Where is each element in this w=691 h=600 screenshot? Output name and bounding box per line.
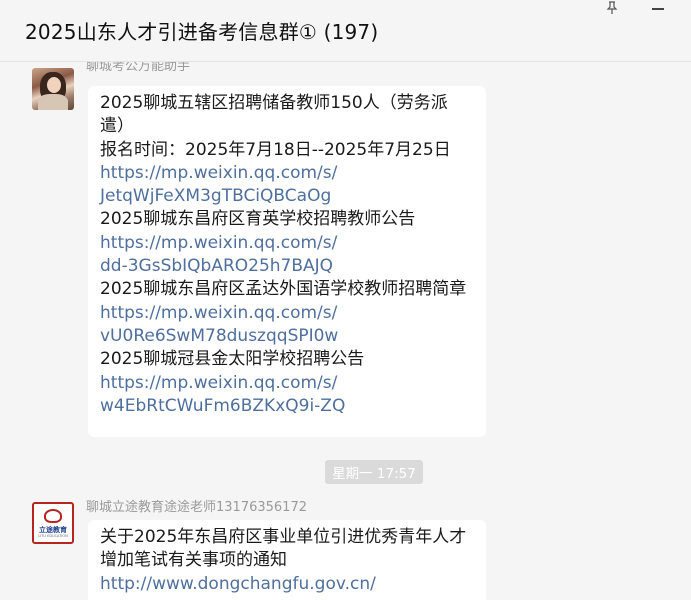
message-link[interactable]: https://mp.weixin.qq.com/s/: [100, 162, 474, 185]
message-link[interactable]: vU0Re6SwM78duszqqSPI0w: [100, 325, 474, 348]
minimize-icon: [652, 8, 664, 10]
logo-icon: [44, 509, 62, 523]
pin-icon-glyph: [606, 1, 618, 14]
message-text: 2025聊城东昌府区孟达外国语学校教师招聘简章: [100, 279, 467, 300]
message-link[interactable]: https://mp.weixin.qq.com/s/: [100, 302, 474, 325]
message-text: 报名时间：2025年7月18日--2025年7月25日: [100, 139, 451, 160]
message-text: 关于2025年东昌府区事业单位引进优秀青年人才: [100, 527, 467, 547]
pin-icon[interactable]: [600, 0, 624, 16]
message-text: 2025聊城五辖区招聘储备教师150人（劳务派: [100, 93, 448, 113]
message-link[interactable]: http://www.dongchangfu.gov.cn/: [100, 573, 474, 596]
message-list[interactable]: 聊城考公万能助手 2025聊城五辖区招聘储备教师150人（劳务派 遣） 报名时间…: [0, 62, 691, 600]
timestamp-divider: 星期一 17:57: [325, 460, 423, 484]
message-link[interactable]: JetqWjFeXM3gTBCiQBCaOg: [100, 185, 474, 208]
message-text: 增加笔试有关事项的通知: [100, 550, 287, 571]
message-link[interactable]: https://mp.weixin.qq.com/s/: [100, 232, 474, 255]
sender-name[interactable]: 聊城立途教育途途老师13176356172: [86, 496, 307, 515]
message-link[interactable]: https://mp.weixin.qq.com/s/: [100, 372, 474, 395]
message-text: 遣）: [100, 116, 134, 137]
chat-window: 2025山东人才引进备考信息群① (197) 聊城考公万能助手 2025聊城五辖…: [0, 0, 691, 600]
message-bubble[interactable]: 关于2025年东昌府区事业单位引进优秀青年人才 增加笔试有关事项的通知 http…: [88, 520, 486, 600]
message-link[interactable]: dd-3GsSbIQbARO25h7BAJQ: [100, 255, 474, 278]
message-text: 2025聊城冠县金太阳学校招聘公告: [100, 349, 365, 370]
message-bubble[interactable]: 2025聊城五辖区招聘储备教师150人（劳务派 遣） 报名时间：2025年7月1…: [88, 86, 486, 437]
message-text: 2025聊城东昌府区育英学校招聘教师公告: [100, 209, 416, 230]
chat-header: 2025山东人才引进备考信息群① (197): [0, 0, 691, 62]
chat-title: 2025山东人才引进备考信息群① (197): [25, 20, 379, 44]
minimize-button[interactable]: [646, 0, 670, 16]
avatar[interactable]: [32, 68, 74, 110]
avatar-logo-subtext: LITU EDUCATION: [38, 534, 68, 538]
avatar[interactable]: 立途教育 LITU EDUCATION: [32, 502, 74, 544]
message-link[interactable]: w4EbRtCWuFm6BZKxQ9i-ZQ: [100, 395, 474, 418]
sender-name[interactable]: 聊城考公万能助手: [86, 62, 190, 74]
